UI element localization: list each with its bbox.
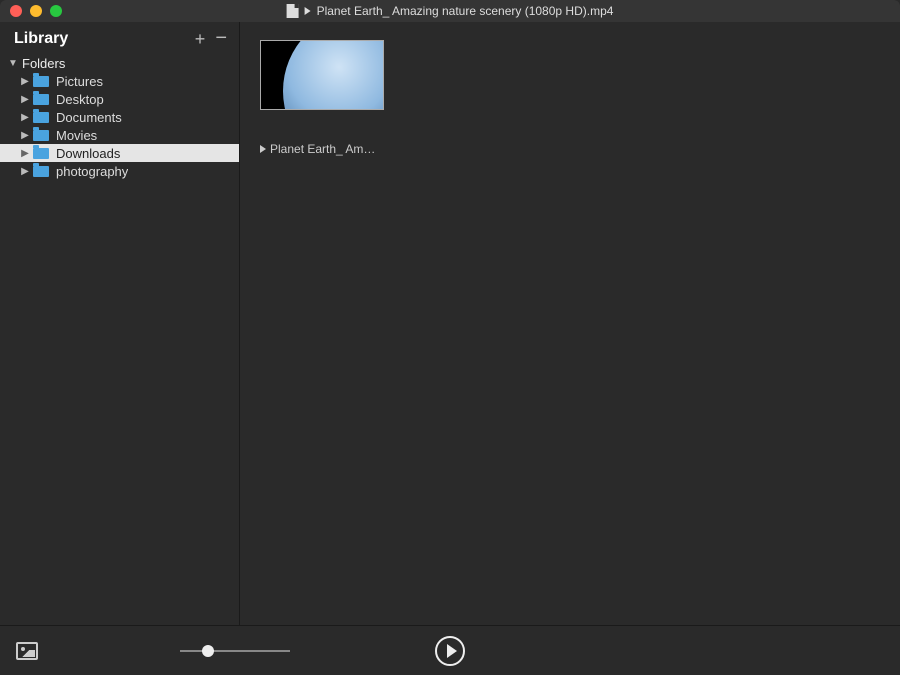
video-thumbnail <box>260 40 384 110</box>
sidebar-item-label: Downloads <box>56 146 120 161</box>
remove-button[interactable]: − <box>215 28 227 48</box>
window-controls <box>0 5 62 17</box>
image-mode-button[interactable] <box>16 642 38 660</box>
sidebar-item-documents[interactable]: ▶ Documents <box>0 108 239 126</box>
thumbnail-image <box>283 40 384 110</box>
titlebar: Planet Earth_ Amazing nature scenery (10… <box>0 0 900 22</box>
slider-track <box>180 650 290 652</box>
sidebar-item-downloads[interactable]: ▶ Downloads <box>0 144 239 162</box>
app-window: Planet Earth_ Amazing nature scenery (10… <box>0 0 900 675</box>
chevron-right-icon: ▶ <box>20 130 30 141</box>
sidebar-item-pictures[interactable]: ▶ Pictures <box>0 72 239 90</box>
sidebar-item-label: photography <box>56 164 128 179</box>
close-icon[interactable] <box>10 5 22 17</box>
play-icon <box>447 644 457 658</box>
play-button[interactable] <box>435 636 465 666</box>
window-title: Planet Earth_ Amazing nature scenery (10… <box>317 4 614 18</box>
content-area: Planet Earth_ Amazi… <box>240 22 900 625</box>
chevron-down-icon: ▼ <box>8 58 18 69</box>
play-icon <box>260 145 266 153</box>
sidebar-item-label: Desktop <box>56 92 104 107</box>
add-button[interactable]: + <box>195 30 206 48</box>
chevron-right-icon: ▶ <box>20 76 30 87</box>
folder-icon <box>33 94 49 105</box>
chevron-right-icon: ▶ <box>20 112 30 123</box>
folder-icon <box>33 76 49 87</box>
slider-thumb[interactable] <box>202 645 214 657</box>
sidebar-item-label: Pictures <box>56 74 103 89</box>
sidebar: Library + − ▼ Folders ▶ Pictures ▶ <box>0 22 240 625</box>
folder-tree: ▼ Folders ▶ Pictures ▶ Desktop ▶ Documen <box>0 54 239 180</box>
body: Library + − ▼ Folders ▶ Pictures ▶ <box>0 22 900 625</box>
folder-icon <box>33 148 49 159</box>
tree-root-label: Folders <box>22 56 65 71</box>
play-icon <box>305 7 311 15</box>
folder-icon <box>33 166 49 177</box>
sidebar-item-desktop[interactable]: ▶ Desktop <box>0 90 239 108</box>
bottom-toolbar <box>0 625 900 675</box>
folder-icon <box>33 130 49 141</box>
chevron-right-icon: ▶ <box>20 148 30 159</box>
zoom-slider[interactable] <box>180 650 290 652</box>
zoom-icon[interactable] <box>50 5 62 17</box>
thumbnail-item[interactable]: Planet Earth_ Amazi… <box>258 40 386 156</box>
sidebar-actions: + − <box>195 30 227 48</box>
sidebar-title: Library <box>14 30 68 48</box>
folder-icon <box>33 112 49 123</box>
chevron-right-icon: ▶ <box>20 166 30 177</box>
document-icon <box>287 4 299 18</box>
sidebar-item-photography[interactable]: ▶ photography <box>0 162 239 180</box>
minimize-icon[interactable] <box>30 5 42 17</box>
sidebar-item-label: Documents <box>56 110 122 125</box>
title-area: Planet Earth_ Amazing nature scenery (10… <box>287 4 614 18</box>
tree-root-folders[interactable]: ▼ Folders <box>0 54 239 72</box>
sidebar-header: Library + − <box>0 22 239 54</box>
thumbnail-caption: Planet Earth_ Amazi… <box>258 142 386 156</box>
sidebar-item-label: Movies <box>56 128 97 143</box>
thumbnail-label: Planet Earth_ Amazi… <box>270 142 378 156</box>
sidebar-item-movies[interactable]: ▶ Movies <box>0 126 239 144</box>
chevron-right-icon: ▶ <box>20 94 30 105</box>
